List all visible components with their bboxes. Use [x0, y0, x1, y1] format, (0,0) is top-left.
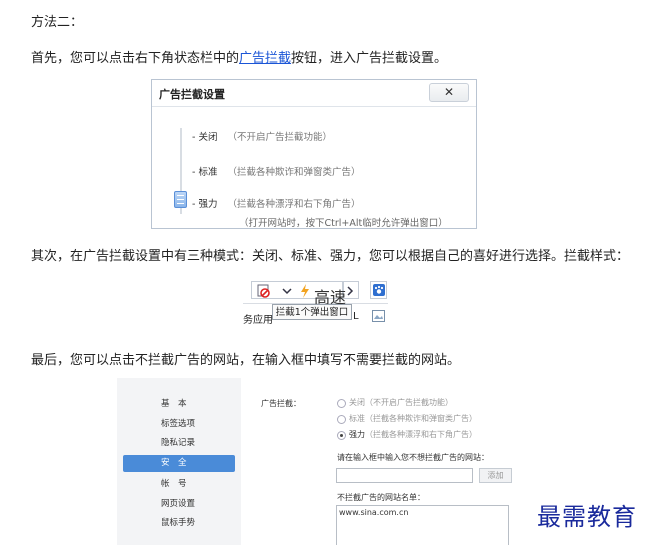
nav-security[interactable]: 安 全 [123, 455, 235, 472]
level-off-desc: （不开启广告拦截功能） [227, 132, 332, 143]
level-strong-note: （打开网站时，按下Ctrl+Alt临时允许弹出窗口） [239, 218, 448, 229]
paw-icon [373, 284, 385, 296]
site-input[interactable] [336, 468, 473, 483]
whitelist-item[interactable]: www.sina.com.cn [339, 508, 408, 517]
radio-off[interactable] [337, 399, 346, 408]
nav-web-settings[interactable]: 网页设置 [123, 496, 235, 513]
level-standard[interactable]: - 标准 （拦截各种欺诈和弹窗类广告） [192, 164, 360, 178]
close-button[interactable]: ✕ [429, 83, 469, 102]
option-off: 关闭（不开启广告拦截功能） [349, 398, 453, 407]
radio-strong[interactable] [337, 431, 346, 440]
chevron-down-icon[interactable] [282, 286, 292, 296]
add-site-button[interactable]: 添加 [479, 468, 512, 483]
heading-method-two: 方法二： [31, 15, 84, 30]
level-slider-thumb[interactable] [174, 191, 187, 208]
step-one-text-before: 首先，您可以点击右下角状态栏中的 [31, 51, 240, 66]
step-one-text-after: 按钮，进入广告拦截设置。 [291, 51, 448, 66]
level-standard-label: - 标准 [192, 167, 218, 178]
toolbar-below-mid-text: L [353, 311, 359, 322]
picture-icon [372, 310, 385, 322]
browser-settings-panel: 基 本 标签选项 隐私记录 安 全 帐 号 网页设置 鼠标手势 广告拦截： 关闭… [117, 378, 519, 545]
paragraph-step-one: 首先，您可以点击右下角状态栏中的广告拦截按钮，进入广告拦截设置。 [31, 47, 447, 66]
level-off[interactable]: - 关闭 （不开启广告拦截功能） [192, 129, 332, 143]
paragraph-step-three: 最后，您可以点击不拦截广告的网站，在输入框中填写不需要拦截的网站。 [31, 353, 461, 368]
chevron-right-icon [347, 286, 354, 296]
option-strong: 强力（拦截各种漂浮和右下角广告） [349, 430, 477, 439]
dialog-header: 广告拦截设置 ✕ [152, 80, 476, 107]
toolbar-below-left-text: 务应用 [243, 315, 273, 326]
option-standard: 标准（拦截各种欺诈和弹窗类广告） [349, 414, 477, 423]
ad-block-settings-dialog: 广告拦截设置 ✕ - 关闭 （不开启广告拦截功能） - 标准 （拦截各种欺诈和弹窗类… [151, 79, 477, 229]
whitelist-box[interactable]: www.sina.com.cn [336, 505, 509, 545]
nav-privacy[interactable]: 隐私记录 [123, 435, 235, 452]
level-off-label: - 关闭 [192, 132, 218, 143]
level-strong-label: - 强力 [192, 199, 218, 210]
level-standard-desc: （拦截各种欺诈和弹窗类广告） [227, 167, 361, 178]
ad-block-icon[interactable] [257, 284, 271, 298]
site-input-prompt: 请在输入框中输入您不想拦截广告的网站： [337, 453, 489, 462]
ad-block-section-label: 广告拦截： [261, 399, 301, 408]
lightning-icon [301, 284, 309, 298]
paragraph-step-two: 其次，在广告拦截设置中有三种模式：关闭、标准、强力，您可以根据自己的喜好进行选择… [31, 249, 630, 264]
whitelist-title: 不拦截广告的网站名单： [337, 493, 425, 502]
radio-standard[interactable] [337, 415, 346, 424]
level-strong-desc: （拦截各种漂浮和右下角广告） [227, 199, 361, 210]
dialog-title: 广告拦截设置 [159, 88, 225, 101]
watermark-text: 最需教育 [537, 503, 637, 531]
nav-tab-options[interactable]: 标签选项 [123, 416, 235, 433]
blocked-popup-tooltip: 拦截1个弹出窗口 [272, 304, 352, 320]
nav-account[interactable]: 帐 号 [123, 476, 235, 493]
nav-mouse-gestures[interactable]: 鼠标手势 [123, 515, 235, 532]
nav-basic[interactable]: 基 本 [123, 396, 235, 413]
level-strong[interactable]: - 强力 （拦截各种漂浮和右下角广告） [192, 196, 360, 210]
ad-block-link[interactable]: 广告拦截 [239, 51, 291, 66]
